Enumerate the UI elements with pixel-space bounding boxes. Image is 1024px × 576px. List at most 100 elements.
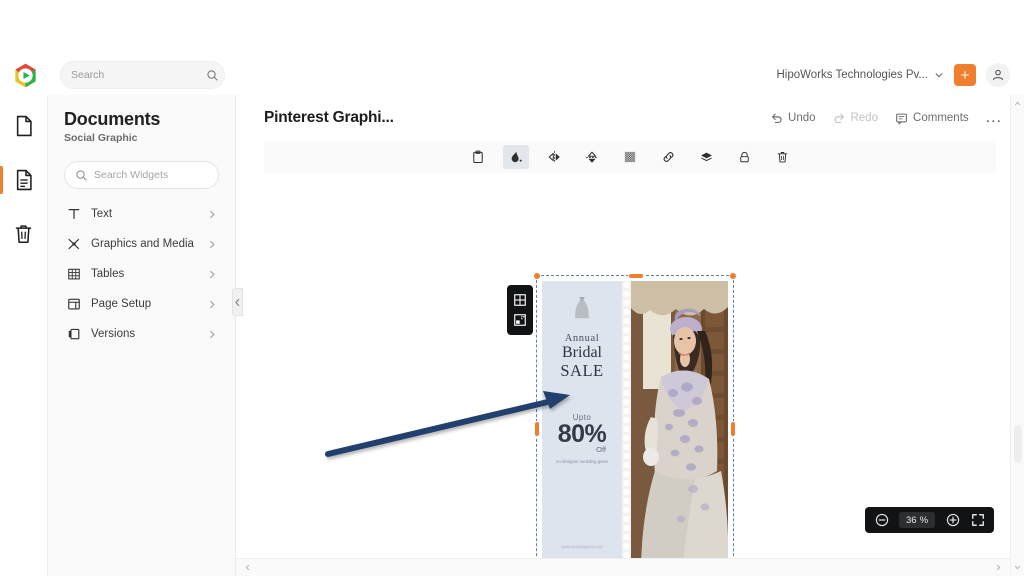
sidebar-item-versions[interactable]: Versions: [64, 319, 219, 349]
app-logo[interactable]: [11, 61, 39, 89]
comments-label: Comments: [913, 112, 969, 124]
scroll-right-arrow[interactable]: [995, 564, 1002, 571]
sidebar-item-label: Tables: [91, 268, 198, 280]
scroll-down-arrow[interactable]: [1014, 564, 1021, 571]
vertical-scrollbar[interactable]: [1010, 95, 1024, 576]
document-actions: Undo Redo Comments: [770, 110, 1002, 126]
chevron-left-icon: [234, 298, 241, 307]
chevron-right-icon: [208, 330, 217, 339]
zoom-in-button[interactable]: [945, 513, 960, 528]
artboard-headline-2: Bridal: [562, 345, 602, 362]
widget-category-list: Text Graphics and Media: [64, 199, 219, 349]
search-icon: [75, 169, 88, 182]
artboard-headline-3: SALE: [560, 362, 603, 379]
text-icon: [66, 207, 81, 222]
artboard[interactable]: Annual Bridal SALE Upto 80% Off on desig…: [542, 281, 728, 575]
artboard-lace-divider: [622, 281, 631, 575]
search-input[interactable]: [71, 69, 206, 81]
top-bar: HipoWorks Technologies Pv... +: [0, 0, 1024, 95]
scroll-left-arrow[interactable]: [244, 564, 251, 571]
artboard-discount: 80%: [558, 422, 607, 447]
artboard-text-panel: Annual Bridal SALE Upto 80% Off on desig…: [542, 281, 622, 575]
left-icon-rail: [0, 95, 48, 576]
artboard-note: on designer wedding gown: [556, 459, 608, 466]
global-search[interactable]: [60, 61, 225, 89]
clipboard-icon[interactable]: [465, 145, 491, 169]
documents-icon: [14, 115, 34, 137]
grid-layout-icon[interactable]: [513, 293, 527, 307]
pages-icon: [14, 169, 34, 191]
sidebar-panel: Documents Social Graphic Text: [48, 95, 236, 576]
zoom-level-field[interactable]: 36 %: [899, 512, 935, 528]
more-options-button[interactable]: ...: [986, 110, 1002, 126]
format-toolbar: [264, 141, 996, 173]
resize-handle-middle-left[interactable]: [534, 421, 540, 437]
chevron-right-icon: [208, 300, 217, 309]
link-icon[interactable]: [655, 145, 681, 169]
dress-icon: [571, 295, 593, 321]
comments-button[interactable]: Comments: [895, 112, 969, 125]
rail-item-pages[interactable]: [0, 163, 48, 197]
chevron-right-icon: [208, 240, 217, 249]
sidebar-item-tables[interactable]: Tables: [64, 259, 219, 289]
resize-handle-top-center[interactable]: [628, 273, 644, 279]
document-header: Pinterest Graphi... Undo Redo: [236, 95, 1024, 141]
trash-icon: [13, 223, 34, 245]
scroll-up-arrow[interactable]: [1014, 100, 1021, 107]
graphics-icon: [66, 237, 81, 252]
lock-icon[interactable]: [731, 145, 757, 169]
transparency-icon[interactable]: [617, 145, 643, 169]
page-title: Pinterest Graphi...: [264, 109, 394, 127]
sidebar-item-label: Page Setup: [91, 298, 198, 310]
rail-item-documents[interactable]: [0, 109, 48, 143]
versions-icon: [66, 327, 81, 342]
rail-item-trash[interactable]: [0, 217, 48, 251]
design-canvas[interactable]: Annual Bridal SALE Upto 80% Off on desig…: [264, 181, 1008, 576]
vertical-scroll-thumb[interactable]: [1014, 425, 1022, 463]
redo-label: Redo: [851, 112, 879, 124]
account-area: HipoWorks Technologies Pv... +: [777, 60, 1011, 90]
sidebar-collapse-handle[interactable]: [232, 288, 243, 316]
artboard-off-label: Off: [596, 445, 606, 454]
redo-icon: [833, 112, 846, 125]
resize-handle-top-right[interactable]: [729, 272, 737, 280]
flip-vertical-icon[interactable]: [579, 145, 605, 169]
organization-name[interactable]: HipoWorks Technologies Pv...: [777, 69, 929, 81]
image-settings-icon[interactable]: [513, 313, 527, 327]
resize-handle-top-left[interactable]: [533, 272, 541, 280]
sidebar-item-label: Graphics and Media: [91, 238, 198, 250]
page-setup-icon: [66, 297, 81, 312]
zoom-out-button[interactable]: [874, 513, 889, 528]
undo-button[interactable]: Undo: [770, 112, 816, 125]
undo-icon: [770, 112, 783, 125]
redo-button[interactable]: Redo: [833, 112, 879, 125]
create-new-button[interactable]: +: [954, 64, 976, 86]
resize-handle-middle-right[interactable]: [730, 421, 736, 437]
artboard-url: www.weddingstore.com: [561, 545, 603, 549]
sidebar-item-label: Text: [91, 208, 198, 220]
search-icon: [206, 69, 219, 82]
artboard-headline-1: Annual: [565, 333, 600, 344]
widget-search-input[interactable]: [94, 169, 229, 181]
app-root: HipoWorks Technologies Pv... +: [0, 0, 1024, 576]
sidebar-title: Documents: [64, 109, 219, 130]
undo-label: Undo: [788, 112, 816, 124]
flip-horizontal-icon[interactable]: [541, 145, 567, 169]
chevron-down-icon[interactable]: [934, 70, 944, 80]
main-area: Pinterest Graphi... Undo Redo: [236, 95, 1024, 576]
tables-icon: [66, 267, 81, 282]
fullscreen-button[interactable]: [970, 513, 985, 528]
sidebar-item-page-setup[interactable]: Page Setup: [64, 289, 219, 319]
user-avatar[interactable]: [986, 63, 1010, 87]
fill-color-icon[interactable]: [503, 145, 529, 169]
zoom-controls: 36 %: [865, 507, 994, 533]
widget-search[interactable]: [64, 161, 219, 189]
delete-icon[interactable]: [769, 145, 795, 169]
comment-icon: [895, 112, 908, 125]
sidebar-item-text[interactable]: Text: [64, 199, 219, 229]
user-icon: [991, 68, 1005, 82]
arrange-layers-icon[interactable]: [693, 145, 719, 169]
horizontal-scrollbar[interactable]: [236, 558, 1010, 576]
sidebar-subtitle: Social Graphic: [64, 132, 219, 144]
sidebar-item-graphics-and-media[interactable]: Graphics and Media: [64, 229, 219, 259]
